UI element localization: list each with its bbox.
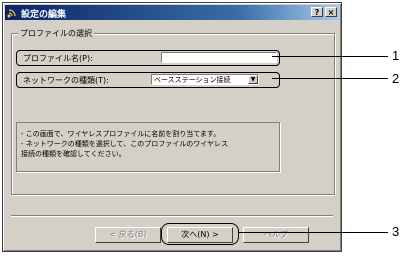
help-line-3: 接続の種類を確認してください。 — [21, 150, 126, 158]
window-title: 設定の編集 — [21, 10, 67, 20]
wireless-signal-icon — [7, 9, 16, 18]
profile-name-input[interactable] — [161, 52, 277, 63]
back-button[interactable]: < 戻る(B) — [95, 227, 161, 243]
button-separator — [11, 215, 333, 217]
profile-selection-group: プロファイルの選択 プロファイル名(P): ネットワークの種類(T): ベースス… — [11, 28, 335, 195]
callout-1: 1 — [392, 48, 400, 63]
callout-line-3 — [238, 232, 388, 233]
help-line-2: - ネットワークの種類を選択して、このプロファイルのワイヤレス — [21, 140, 228, 148]
title-bar: 設定の編集 ? × — [5, 5, 339, 20]
help-text-box: - この画面で、ワイヤレスプロファイルに名前を割り当てます。 - ネットワークの… — [16, 122, 280, 172]
profile-name-row: プロファイル名(P): — [16, 50, 280, 66]
help-button[interactable]: ヘルプ — [243, 227, 309, 243]
help-title-button[interactable]: ? — [311, 7, 323, 17]
profile-name-label: プロファイル名(P): — [23, 54, 93, 63]
network-type-row: ネットワークの種類(T): ベースステーション接続 ▼ — [16, 72, 280, 88]
help-line-1: - この画面で、ワイヤレスプロファイルに名前を割り当てます。 — [21, 130, 221, 138]
network-type-label: ネットワークの種類(T): — [23, 76, 109, 85]
network-type-value: ベースステーション接続 — [154, 76, 231, 84]
close-button[interactable]: × — [325, 7, 337, 17]
edit-settings-dialog: 設定の編集 ? × プロファイルの選択 プロファイル名(P): ネットワークの種… — [2, 2, 342, 252]
group-legend: プロファイルの選択 — [18, 28, 94, 39]
callout-line-2 — [272, 78, 388, 79]
network-type-select[interactable]: ベースステーション接続 ▼ — [151, 74, 259, 85]
callout-line-1 — [272, 56, 388, 57]
chevron-down-icon[interactable]: ▼ — [248, 75, 258, 84]
next-button-highlight — [161, 223, 239, 245]
callout-3: 3 — [392, 224, 400, 239]
callout-2: 2 — [392, 71, 400, 86]
